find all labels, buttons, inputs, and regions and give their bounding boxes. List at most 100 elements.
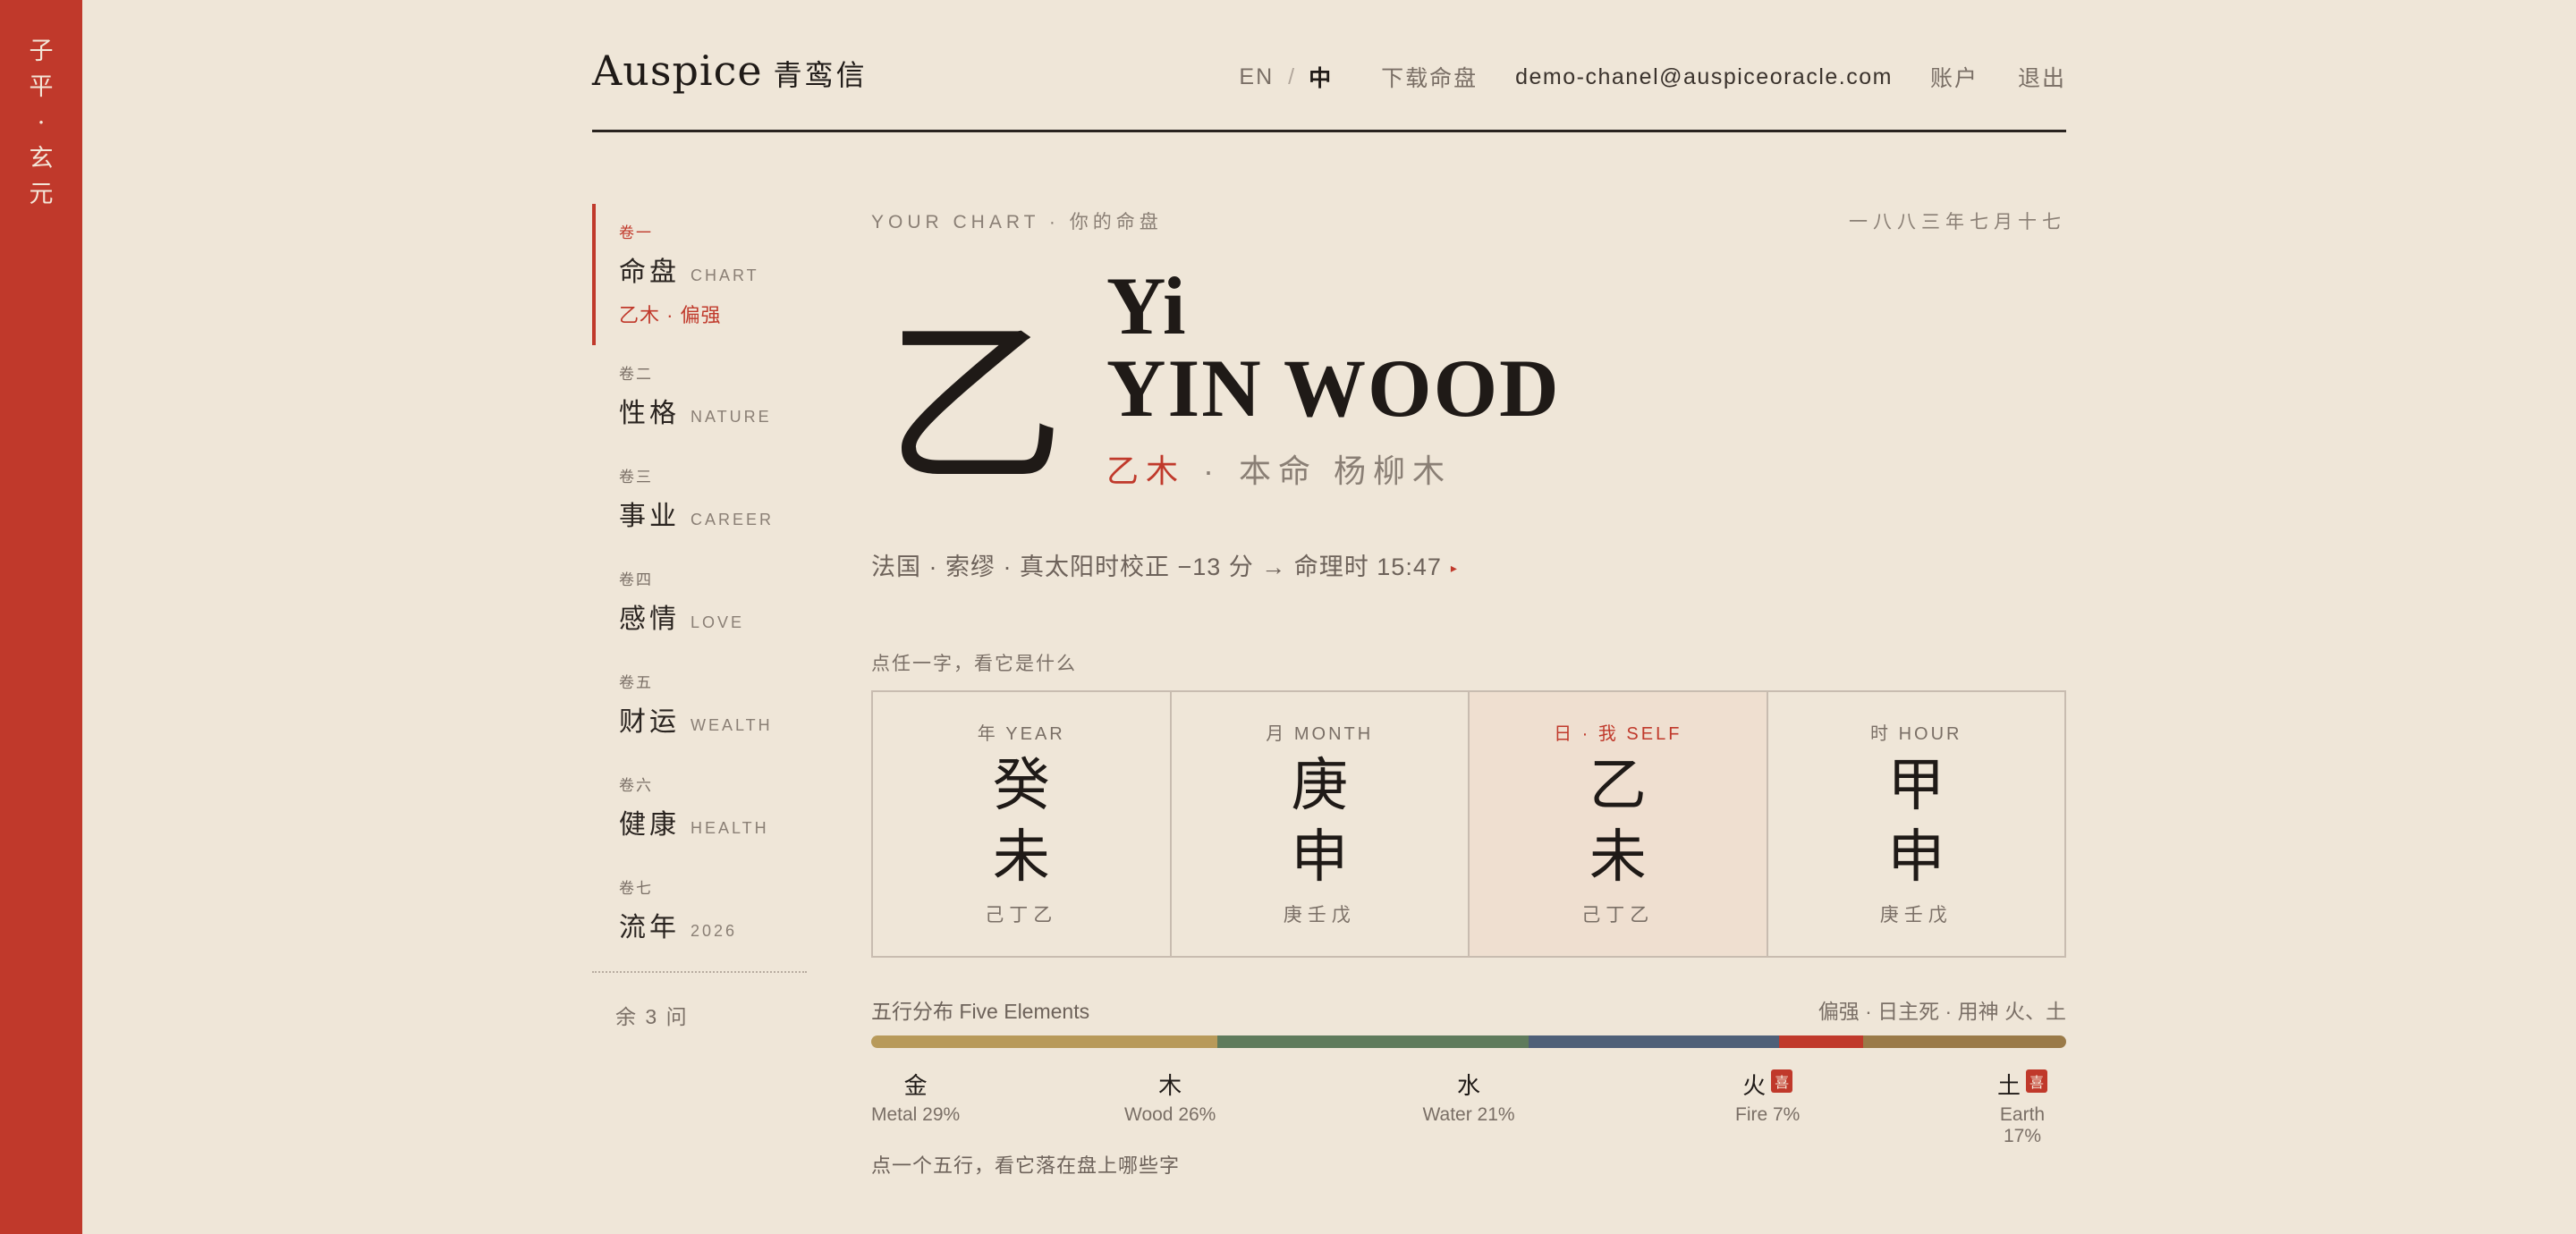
- sidebar-item-label: 健康: [619, 809, 680, 841]
- sidebar-item-health[interactable]: 卷六 健康 HEALTH: [592, 756, 807, 859]
- element-water[interactable]: 水 Water 21%: [1423, 1068, 1515, 1126]
- element-percent: Fire 7%: [1735, 1104, 1801, 1125]
- sidebar-item-label: 流年: [619, 912, 680, 943]
- sidebar-item-label-en: NATURE: [691, 408, 772, 426]
- element-bar-segment[interactable]: [1779, 1035, 1863, 1048]
- heavenly-stem[interactable]: 甲: [1768, 750, 2065, 822]
- sidebar-item-volume: 卷六: [619, 777, 653, 794]
- five-elements-hint: 点一个五行，看它落在盘上哪些字: [871, 1154, 1181, 1177]
- sidebar-item-label: 感情: [619, 604, 680, 635]
- five-elements-summary: 偏强 · 日主死 · 用神 火、土: [1818, 1000, 2066, 1023]
- earthly-branch[interactable]: 申: [1768, 822, 2065, 893]
- sidebar-item-love[interactable]: 卷四 感情 LOVE: [592, 551, 807, 654]
- sidebar-item-title: 性格 NATURE: [619, 391, 807, 430]
- element-bar-segment[interactable]: [1862, 1035, 2066, 1048]
- left-rail: 子 平 · 玄 元: [0, 0, 82, 1234]
- heavenly-stem[interactable]: 癸: [873, 750, 1170, 822]
- five-elements-bar: [871, 1035, 2066, 1048]
- sidebar-item-volume: 卷七: [619, 880, 653, 897]
- rail-text: 子 平 · 玄 元: [0, 34, 82, 213]
- element-glyph: 水: [1457, 1073, 1481, 1100]
- element-wood[interactable]: 木 Wood 26%: [1124, 1068, 1216, 1126]
- sidebar-item-label-en: LOVE: [691, 613, 745, 631]
- sidebar-item-title: 事业 CAREER: [619, 494, 807, 533]
- logo-text: Auspice: [592, 46, 763, 95]
- hidden-stems: 庚壬戊: [1283, 905, 1356, 926]
- element-name: 木: [1124, 1068, 1216, 1101]
- play-arrow-icon: ▸: [1450, 561, 1458, 576]
- account-link[interactable]: 账户: [1930, 61, 1979, 93]
- pillar-day-self[interactable]: 日 · 我 SELF 乙 未 己丁乙: [1470, 692, 1768, 956]
- element-percent: Metal 29%: [871, 1104, 961, 1125]
- location-text: 法国 · 索缪 · 真太阳时校正 −13 分 → 命理时 15:47: [871, 554, 1442, 580]
- subtitle-dot: ·: [1203, 452, 1222, 489]
- element-metal[interactable]: 金 Metal 29%: [871, 1068, 960, 1126]
- element-bar-segment[interactable]: [871, 1035, 1218, 1048]
- element-glyph: 金: [903, 1073, 928, 1100]
- remaining-questions: 余 3 问: [615, 1005, 689, 1028]
- pillar-label: 月 MONTH: [1266, 724, 1374, 744]
- earthly-branch[interactable]: 申: [1172, 822, 1469, 893]
- lang-en-link[interactable]: EN: [1239, 64, 1274, 90]
- day-master-element: 乙木: [1106, 452, 1186, 489]
- sidebar-item-volume: 卷二: [619, 366, 653, 383]
- lang-separator: /: [1288, 63, 1295, 89]
- heavenly-stem[interactable]: 庚: [1172, 750, 1469, 822]
- rail-char: ·: [37, 109, 46, 137]
- logo[interactable]: Auspice 青鸾信: [592, 46, 868, 95]
- sidebar-item-label-en: HEALTH: [691, 819, 769, 837]
- element-glyph: 火: [1742, 1073, 1767, 1100]
- rail-char: 子: [29, 38, 54, 65]
- sidebar-item-nature[interactable]: 卷二 性格 NATURE: [592, 345, 807, 448]
- element-fire[interactable]: 火喜 Fire 7%: [1735, 1068, 1800, 1126]
- sidebar-item-volume: 卷四: [619, 571, 653, 588]
- pillar-label: 时 HOUR: [1870, 724, 1962, 744]
- element-bar-segment[interactable]: [1528, 1035, 1780, 1048]
- sidebar-item-career[interactable]: 卷三 事业 CAREER: [592, 448, 807, 551]
- title-subtitle: 乙木 · 本命 杨柳木: [1106, 445, 1561, 492]
- element-percent: Wood 26%: [1124, 1104, 1216, 1125]
- download-chart-link[interactable]: 下载命盘: [1381, 61, 1478, 93]
- sidebar-item-volume: 卷五: [619, 674, 653, 691]
- sidebar-item-volume: 卷一: [619, 224, 653, 241]
- five-elements-title: 五行分布 Five Elements: [871, 1000, 1090, 1023]
- element-percent: Water 21%: [1422, 1104, 1515, 1125]
- page-title: YIN WOOD: [1106, 342, 1561, 434]
- sidebar-item-annual[interactable]: 卷七 流年 2026: [592, 859, 807, 962]
- sidebar-item-chart[interactable]: 卷一 命盘 CHART 乙木 · 偏强: [592, 204, 807, 345]
- element-glyph: 土: [1996, 1073, 2021, 1100]
- sidebar-item-label-en: 2026: [691, 922, 738, 940]
- element-name: 土喜: [1979, 1068, 2066, 1101]
- sidebar-item-wealth[interactable]: 卷五 财运 WEALTH: [592, 654, 807, 756]
- hidden-stems: 己丁乙: [985, 905, 1058, 926]
- element-name: 金: [871, 1068, 960, 1101]
- element-bar-segment[interactable]: [1217, 1035, 1529, 1048]
- pillar-month[interactable]: 月 MONTH 庚 申 庚壬戊: [1172, 692, 1470, 956]
- favored-badge: 喜: [1771, 1069, 1793, 1093]
- four-pillars-grid: 年 YEAR 癸 未 己丁乙 月 MONTH 庚 申 庚壬戊 日 · 我 SEL…: [871, 690, 2066, 958]
- sidebar-item-label: 性格: [619, 398, 680, 429]
- heavenly-stem[interactable]: 乙: [1470, 750, 1767, 822]
- earthly-branch[interactable]: 未: [873, 822, 1170, 893]
- element-name: 水: [1423, 1068, 1515, 1101]
- pillar-label: 年 YEAR: [977, 724, 1065, 744]
- sidebar-item-sub: 乙木 · 偏强: [619, 304, 722, 326]
- sidebar-item-label: 事业: [619, 501, 680, 532]
- birth-date: 一八八三年七月十七: [1849, 212, 2066, 232]
- pillar-label: 日 · 我 SELF: [1554, 724, 1682, 744]
- header: Auspice 青鸾信 EN / 中 下载命盘 demo-chanel@auspi…: [592, 0, 2066, 132]
- pillar-hour[interactable]: 时 HOUR 甲 申 庚壬戊: [1768, 692, 2065, 956]
- sidebar-item-label-en: CAREER: [691, 511, 775, 528]
- lang-zh-link[interactable]: 中: [1309, 61, 1331, 93]
- earthly-branch[interactable]: 未: [1470, 822, 1767, 893]
- pillar-year[interactable]: 年 YEAR 癸 未 己丁乙: [873, 692, 1172, 956]
- element-earth[interactable]: 土喜 Earth 17%: [1979, 1068, 2066, 1147]
- day-master-glyph: 乙: [886, 301, 1065, 510]
- sidebar-item-label: 命盘: [619, 257, 680, 288]
- location-time-correction[interactable]: 法国 · 索缪 · 真太阳时校正 −13 分 → 命理时 15:47 ▸: [871, 547, 1458, 582]
- favored-badge: 喜: [2026, 1069, 2048, 1093]
- logout-link[interactable]: 退出: [2018, 61, 2066, 93]
- pillars-hint: 点任一字，看它是什么: [871, 654, 1077, 674]
- sidebar-item-title: 财运 WEALTH: [619, 699, 807, 739]
- rail-char: 平: [29, 73, 54, 101]
